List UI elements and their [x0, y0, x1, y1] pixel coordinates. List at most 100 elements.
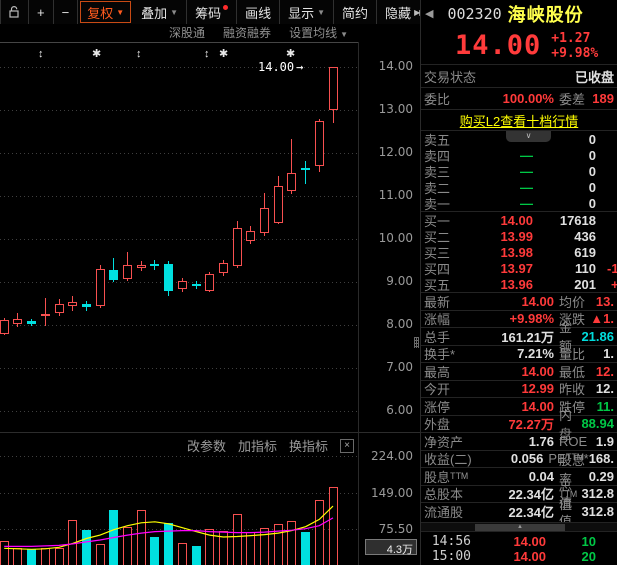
- tick-row-1[interactable]: 15:0014.0020: [421, 549, 617, 564]
- pane-resize-handle[interactable]: [414, 337, 419, 348]
- volume-header-link-0[interactable]: 改参数: [187, 436, 226, 455]
- weibi-value: 100.00%: [503, 91, 554, 106]
- tick-time: 14:56: [421, 534, 471, 549]
- toolbar-fuquan-button[interactable]: 复权▼: [80, 1, 131, 23]
- close-icon[interactable]: ×: [340, 439, 354, 453]
- candle-body: [150, 264, 159, 266]
- stat-value: 312.8: [581, 504, 614, 519]
- candle-body: [260, 208, 269, 233]
- stats-row-4: 最高14.00最低12.: [421, 362, 617, 380]
- tick-list[interactable]: 14:5614.001015:0014.0020: [421, 531, 617, 564]
- toolbar-display-button[interactable]: 显示▼: [280, 0, 334, 24]
- stat-value: 1.: [603, 346, 614, 361]
- volume-bar: [287, 521, 296, 565]
- order-book-row-buy2[interactable]: 买二13.99436: [421, 228, 617, 244]
- order-price: —: [461, 180, 533, 195]
- chevron-down-icon: ▼: [116, 8, 124, 17]
- toolbar-chips-button[interactable]: 筹码: [187, 0, 237, 24]
- price-gridline: [0, 67, 358, 68]
- lock-icon: [9, 6, 20, 18]
- l2-link-row: 购买L2查看十档行情: [421, 109, 617, 130]
- splitter-handle[interactable]: ▲: [475, 524, 565, 531]
- volume-bar: [178, 543, 187, 565]
- price-gridline: [0, 325, 358, 326]
- candle-body: [123, 265, 132, 280]
- stat-label: 最高: [424, 362, 450, 381]
- order-volume: 0: [533, 180, 596, 195]
- toolbar-overlay-button[interactable]: 叠加▼: [133, 0, 187, 24]
- volume-bar: [233, 514, 242, 565]
- back-arrow-icon[interactable]: ◀: [425, 7, 433, 20]
- stat-label: 昨收: [559, 379, 585, 398]
- tick-time: 15:00: [421, 549, 471, 564]
- subheader-item-0[interactable]: 深股通: [169, 24, 205, 41]
- price-axis-label: 6.00: [386, 403, 413, 417]
- arrow-right-icon: →: [296, 60, 303, 74]
- candle-body: [329, 67, 338, 110]
- stat-label: 最新: [424, 292, 450, 311]
- subheader-item-2[interactable]: 设置均线▼: [289, 24, 348, 41]
- stat-label: 净资产: [424, 432, 463, 451]
- order-book-row-buy4[interactable]: 买四13.97110-1: [421, 260, 617, 276]
- volume-header-link-1[interactable]: 加指标: [238, 436, 277, 455]
- toolbar-draw-line-button[interactable]: 画线: [237, 0, 280, 24]
- toolbar-simple-button[interactable]: 简约: [334, 0, 377, 24]
- stat-label: ROE: [559, 434, 587, 449]
- stats-row-5: 今开12.99昨收12.: [421, 380, 617, 398]
- toolbar-label: 筹码: [195, 3, 221, 22]
- subheader-item-1[interactable]: 融资融券: [223, 24, 271, 41]
- toolbar-label: 复权: [87, 3, 113, 22]
- tick-row-0[interactable]: 14:5614.0010: [421, 534, 617, 549]
- stat-label: 换手*: [424, 344, 455, 363]
- stat-label: 收益(二): [424, 449, 472, 468]
- stat-label: 流通股: [424, 502, 463, 521]
- change-value: +1.27: [551, 31, 598, 46]
- order-volume: 0: [533, 196, 596, 211]
- stat-label: 总股本: [424, 484, 463, 503]
- stat-value: 7.21%: [517, 346, 554, 361]
- volume-pane[interactable]: 改参数加指标换指标 ×: [0, 432, 358, 565]
- collapse-chevron-tab[interactable]: ∨: [506, 131, 551, 142]
- price-axis-label: 9.00: [386, 274, 413, 288]
- price-axis: 14.0013.0012.0011.0010.009.008.007.006.0…: [358, 42, 419, 565]
- price-gridline: [0, 411, 358, 412]
- stat-value: 22.34亿: [508, 502, 554, 521]
- order-volume: 0: [533, 148, 596, 163]
- order-book-row-sell4[interactable]: 卖二—0: [421, 179, 617, 195]
- buy-l2-link[interactable]: 购买L2查看十档行情: [460, 111, 578, 130]
- order-book-row-buy5[interactable]: 买五13.96201+: [421, 276, 617, 292]
- order-book-row-buy1[interactable]: 买一14.0017618: [421, 212, 617, 228]
- toolbar-label: 显示: [288, 3, 314, 22]
- event-marker-icon: ✱: [92, 49, 101, 59]
- volume-bar: [137, 510, 146, 565]
- last-price: 14.00: [455, 30, 541, 61]
- order-book-row-sell5[interactable]: 卖一—0: [421, 195, 617, 211]
- sell-queue: 卖五—0卖四—0卖三—0卖二—0卖一—0: [421, 131, 617, 211]
- stats-row-2: 总手161.21万金额21.86: [421, 327, 617, 345]
- toolbar-lock-button[interactable]: [0, 0, 29, 24]
- toolbar-label: −: [62, 5, 70, 20]
- price-gridline: [0, 153, 358, 154]
- order-price: 13.97: [461, 261, 533, 276]
- toolbar-zoom-out-button[interactable]: −: [54, 0, 79, 24]
- trade-status-value: 已收盘: [575, 67, 614, 86]
- stat-label: 均价: [559, 292, 585, 311]
- weicha-value: 189: [592, 91, 614, 106]
- order-volume: 0: [533, 164, 596, 179]
- volume-bar: [96, 544, 105, 565]
- toolbar-label: 画线: [245, 3, 271, 22]
- stat-value: 14.00: [521, 364, 554, 379]
- volume-header-link-2[interactable]: 换指标: [289, 436, 328, 455]
- order-book-row-sell2[interactable]: 卖四—0: [421, 147, 617, 163]
- candle-body: [164, 264, 173, 291]
- volume-bar: [164, 523, 173, 565]
- volume-bar: [150, 537, 159, 565]
- order-book-row-sell3[interactable]: 卖三—0: [421, 163, 617, 179]
- candle-body: [55, 304, 64, 313]
- order-book-row-buy3[interactable]: 买三13.98619: [421, 244, 617, 260]
- toolbar-zoom-in-button[interactable]: +: [29, 0, 54, 24]
- stat-value: 161.21万: [501, 327, 554, 346]
- stat-value: 12.: [596, 364, 614, 379]
- order-price: 13.99: [461, 229, 533, 244]
- candlestick-chart[interactable]: ↕✱↕↕✱✱14.00→: [0, 42, 358, 432]
